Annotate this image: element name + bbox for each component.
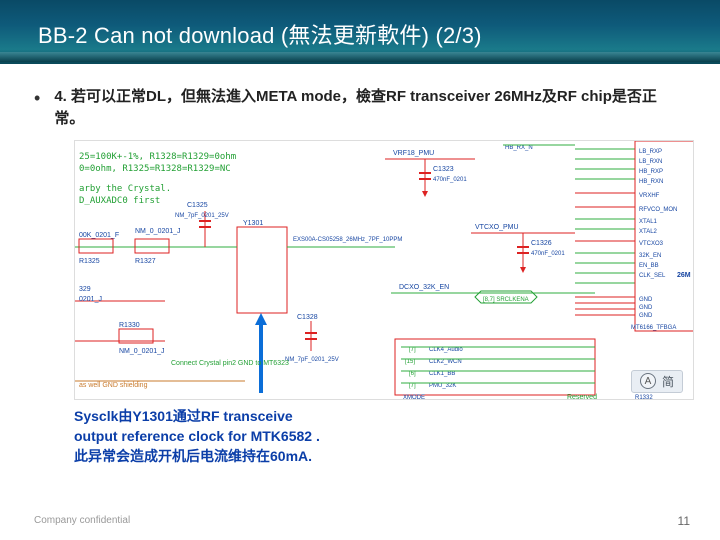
svg-text:HB_RXN: HB_RXN [639, 179, 663, 185]
svg-text:VTCXO_PMU: VTCXO_PMU [475, 224, 519, 231]
svg-text:XTAL1: XTAL1 [639, 219, 658, 225]
bullet-text: 4. 若可以正常DL，但無法進入META mode，檢查RF transceiv… [54, 86, 686, 130]
svg-text:[6]: [6] [409, 371, 416, 377]
svg-text:LB_RXN: LB_RXN [639, 159, 662, 165]
svg-text:DCXO_32K_EN: DCXO_32K_EN [399, 284, 449, 291]
svg-text:RFVCO_MON: RFVCO_MON [639, 207, 677, 213]
svg-text:C1328: C1328 [297, 314, 318, 321]
slide-header: BB-2 Can not download (無法更新軟件) (2/3) [0, 0, 720, 64]
svg-text:GND: GND [639, 313, 653, 319]
svg-text:CLK1_BB: CLK1_BB [429, 371, 455, 377]
svg-text:[7]: [7] [409, 347, 416, 353]
svg-text:VRXHF: VRXHF [639, 193, 660, 199]
ime-letter: A [640, 373, 656, 389]
svg-text:26M: 26M [677, 272, 691, 279]
svg-text:PMU_32K: PMU_32K [429, 383, 456, 389]
svg-text:GND: GND [639, 305, 653, 311]
svg-text:Connect Crystal pin2 GND to MT: Connect Crystal pin2 GND to MT6323 [171, 360, 289, 367]
svg-text:VRF18_PMU: VRF18_PMU [393, 150, 434, 157]
svg-text:C1326: C1326 [531, 240, 552, 247]
ime-label: 简 [662, 373, 674, 390]
svg-text:R1332: R1332 [635, 395, 653, 400]
note-line-3: 此异常会造成开机后电流维持在60mA. [74, 446, 434, 466]
svg-text:GND: GND [639, 297, 653, 303]
bullet-marker: • [34, 86, 40, 130]
svg-text:EXS00A-CS05258_26MHz_7PF_10PPM: EXS00A-CS05258_26MHz_7PF_10PPM [293, 237, 402, 243]
svg-text:C1325: C1325 [187, 202, 208, 209]
schematic-note: D_AUXADC0 first [79, 196, 160, 206]
schematic-note: 0=0ohm, R1325=R1328=R1329=NC [79, 164, 231, 174]
svg-text:NM_7pF_0201_25V: NM_7pF_0201_25V [175, 213, 229, 219]
svg-text:00K_0201_F: 00K_0201_F [79, 232, 119, 239]
svg-text:NM_7pF_0201_25V: NM_7pF_0201_25V [285, 357, 339, 363]
svg-text:NM_0_0201_J: NM_0_0201_J [119, 348, 165, 355]
svg-text:470nF_0201: 470nF_0201 [531, 251, 565, 257]
note-line-2: output reference clock for MTK6582 . [74, 426, 434, 446]
svg-text:Y1301: Y1301 [243, 220, 263, 227]
svg-text:MT6166_TFBGA: MT6166_TFBGA [631, 325, 676, 331]
svg-text:0201_J: 0201_J [79, 296, 102, 303]
svg-text:XTAL2: XTAL2 [639, 229, 658, 235]
callout-note: Sysclk由Y1301通过RF transceive output refer… [74, 406, 434, 467]
svg-text:HB_RX_N: HB_RX_N [505, 145, 533, 151]
svg-text:R1327: R1327 [135, 258, 156, 265]
slide-body: • 4. 若可以正常DL，但無法進入META mode，檢查RF transce… [0, 64, 720, 466]
svg-text:[8,7] SRCLKENA: [8,7] SRCLKENA [483, 297, 529, 303]
bullet-item-4: • 4. 若可以正常DL，但無法進入META mode，檢查RF transce… [34, 86, 686, 130]
svg-text:CLK4_Audio: CLK4_Audio [429, 347, 463, 353]
schematic-note: 25=100K+-1%, R1328=R1329=0ohm [79, 152, 236, 162]
slide-title: BB-2 Can not download (無法更新軟件) (2/3) [0, 0, 720, 50]
svg-text:R1325: R1325 [79, 258, 100, 265]
ime-badge: A 简 [631, 370, 683, 393]
page-number: 11 [678, 514, 690, 528]
footer-confidential: Company confidential [34, 515, 130, 526]
svg-text:470nF_0201: 470nF_0201 [433, 177, 467, 183]
svg-text:[7]: [7] [409, 383, 416, 389]
svg-text:LB_RXP: LB_RXP [639, 149, 662, 155]
svg-text:HB_RXP: HB_RXP [639, 169, 663, 175]
note-line-1: Sysclk由Y1301通过RF transceive [74, 406, 434, 426]
svg-text:C1323: C1323 [433, 166, 454, 173]
svg-text:CLK2_WCN: CLK2_WCN [429, 359, 462, 365]
svg-text:EN_BB: EN_BB [639, 263, 659, 269]
svg-text:32K_EN: 32K_EN [639, 253, 661, 259]
svg-text:329: 329 [79, 286, 91, 293]
svg-text:[15]: [15] [405, 359, 415, 365]
svg-text:NM_0_0201_J: NM_0_0201_J [135, 228, 181, 235]
schematic-diagram: 25=100K+-1%, R1328=R1329=0ohm 0=0ohm, R1… [74, 140, 694, 400]
svg-text:Reserved: Reserved [567, 394, 597, 400]
svg-text:as well GND shielding: as well GND shielding [79, 382, 148, 389]
svg-text:XMODE: XMODE [403, 395, 425, 400]
schematic-note: arby the Crystal. [79, 184, 171, 194]
svg-text:VTCXO3: VTCXO3 [639, 241, 664, 247]
svg-text:CLK_SEL: CLK_SEL [639, 273, 666, 279]
svg-text:R1330: R1330 [119, 322, 140, 329]
